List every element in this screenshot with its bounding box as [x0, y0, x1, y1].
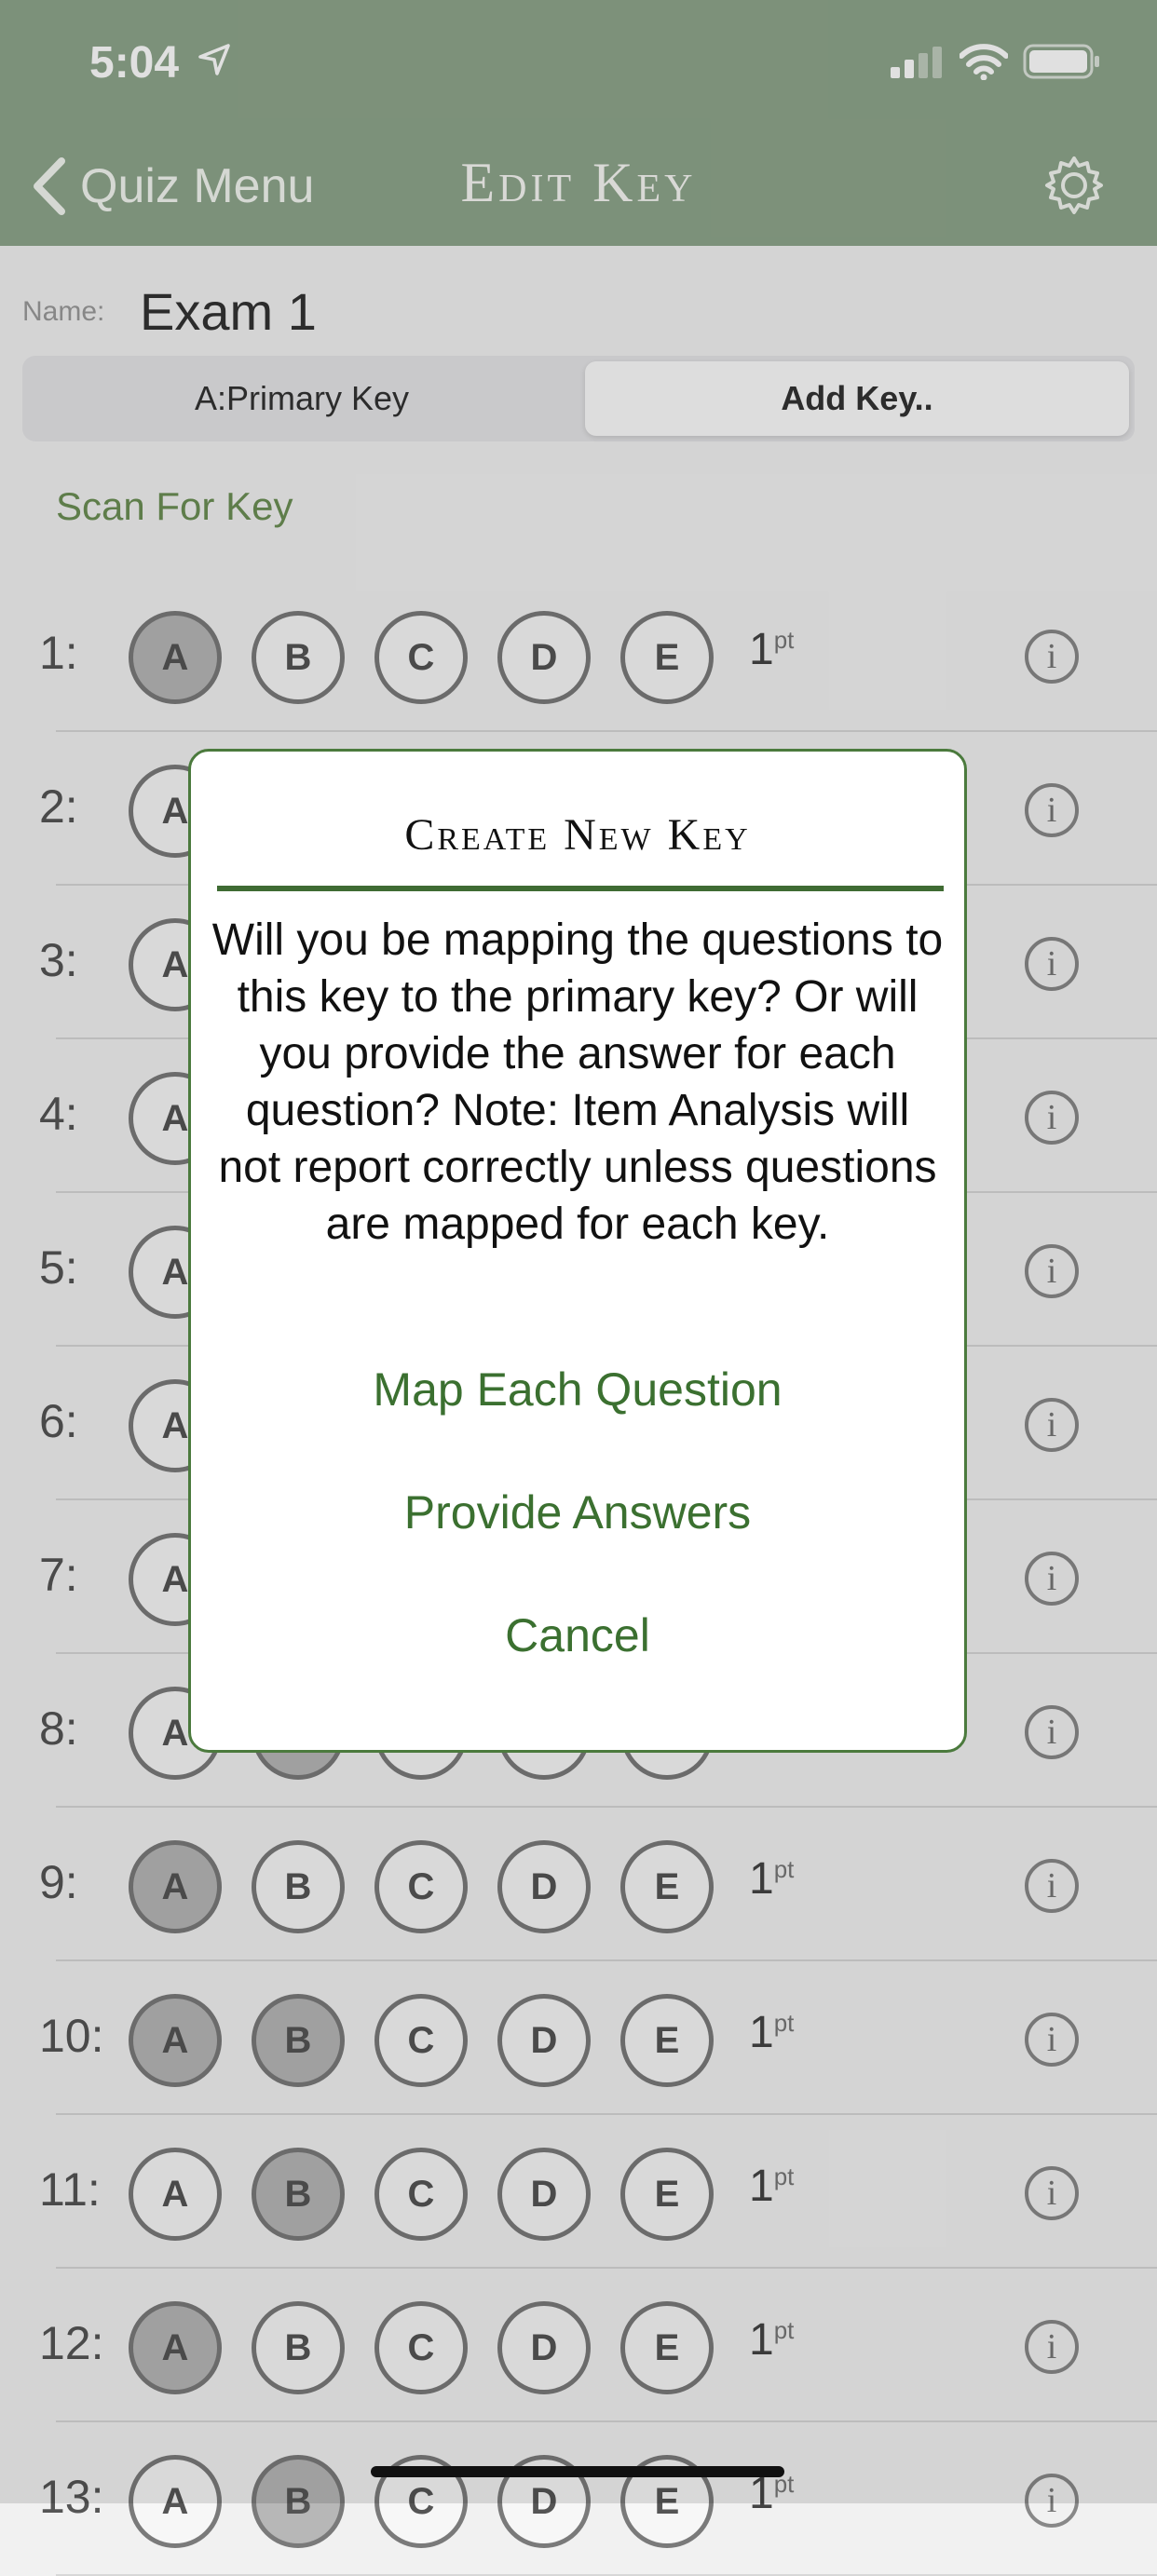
- dialog-title: Create New Key: [404, 810, 751, 860]
- dialog-message: Will you be mapping the questions to thi…: [211, 915, 944, 1249]
- home-indicator: [371, 2466, 784, 2477]
- map-each-question-button[interactable]: Map Each Question: [191, 1363, 964, 1417]
- create-key-dialog: Create New Key Will you be mapping the q…: [188, 749, 967, 1753]
- dialog-divider: [217, 886, 944, 891]
- cancel-button[interactable]: Cancel: [191, 1608, 964, 1662]
- provide-answers-button[interactable]: Provide Answers: [191, 1485, 964, 1539]
